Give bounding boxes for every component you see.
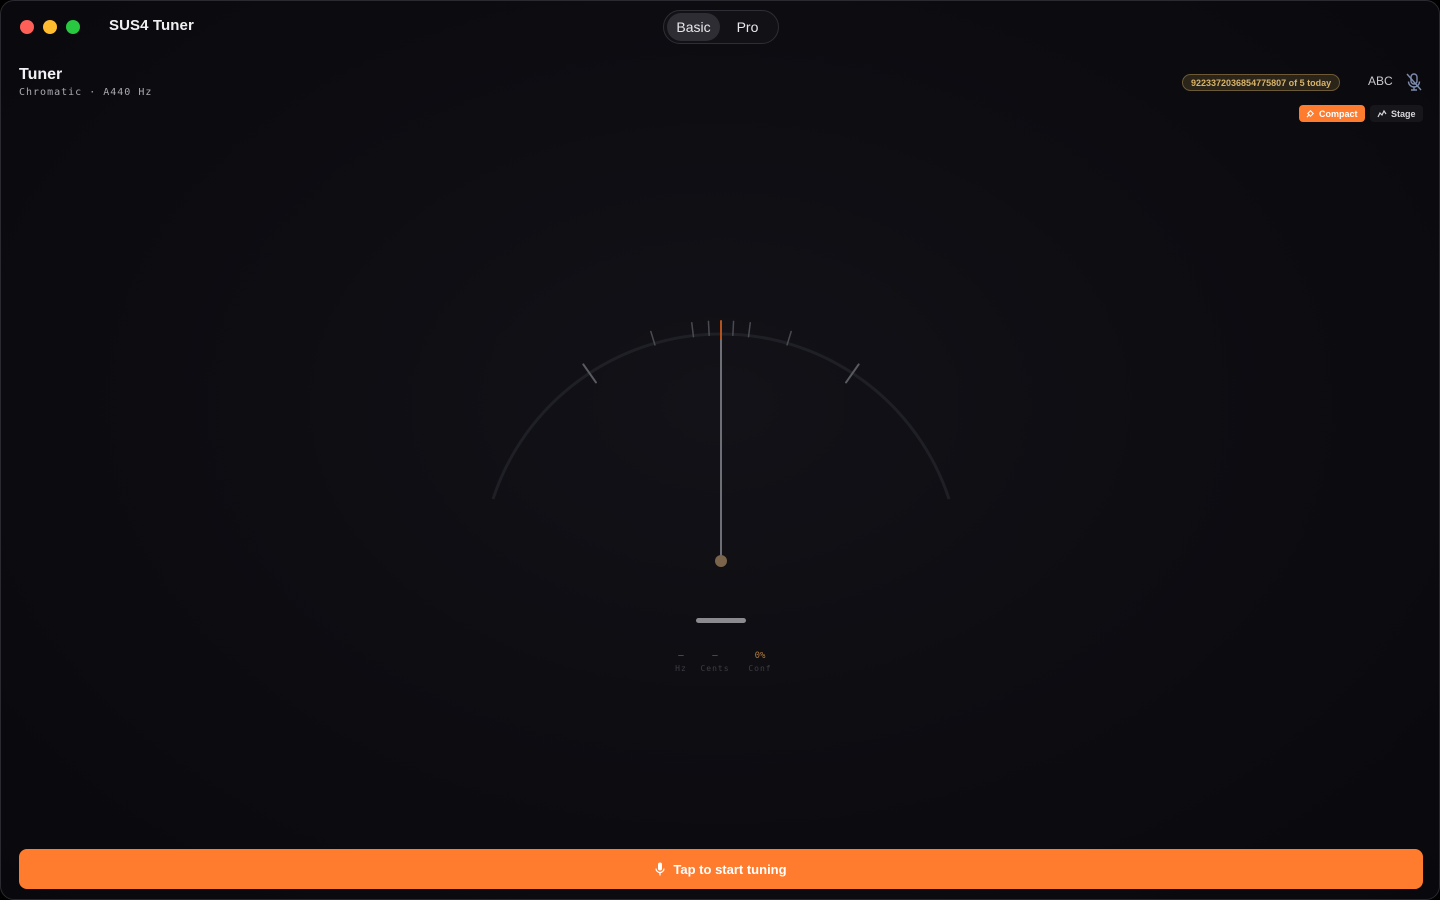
- hz-value: —: [678, 651, 684, 661]
- start-tuning-label: Tap to start tuning: [673, 861, 787, 877]
- microphone-icon: [655, 862, 666, 876]
- cents-readout: — Cents: [693, 651, 737, 673]
- confidence-value: 0%: [754, 651, 766, 661]
- cents-value: —: [712, 651, 718, 661]
- confidence-readout: 0% Conf: [741, 651, 779, 673]
- meter-tick: [582, 363, 597, 384]
- hz-label: Hz: [675, 664, 687, 673]
- note-name-placeholder: [696, 618, 746, 623]
- meter-tick: [845, 363, 860, 384]
- needle-pivot: [715, 555, 727, 567]
- cents-label: Cents: [700, 664, 730, 673]
- readouts: — Hz — Cents 0% Conf: [669, 651, 779, 673]
- meter-tick: [732, 320, 735, 337]
- meter-tick: [707, 320, 710, 337]
- hz-readout: — Hz: [669, 651, 693, 673]
- confidence-label: Conf: [748, 664, 772, 673]
- app-window: SUS4 Tuner Basic Pro Tuner Chromatic · A…: [0, 0, 1440, 900]
- tuning-meter: [491, 320, 951, 567]
- start-tuning-button[interactable]: Tap to start tuning: [19, 849, 1423, 889]
